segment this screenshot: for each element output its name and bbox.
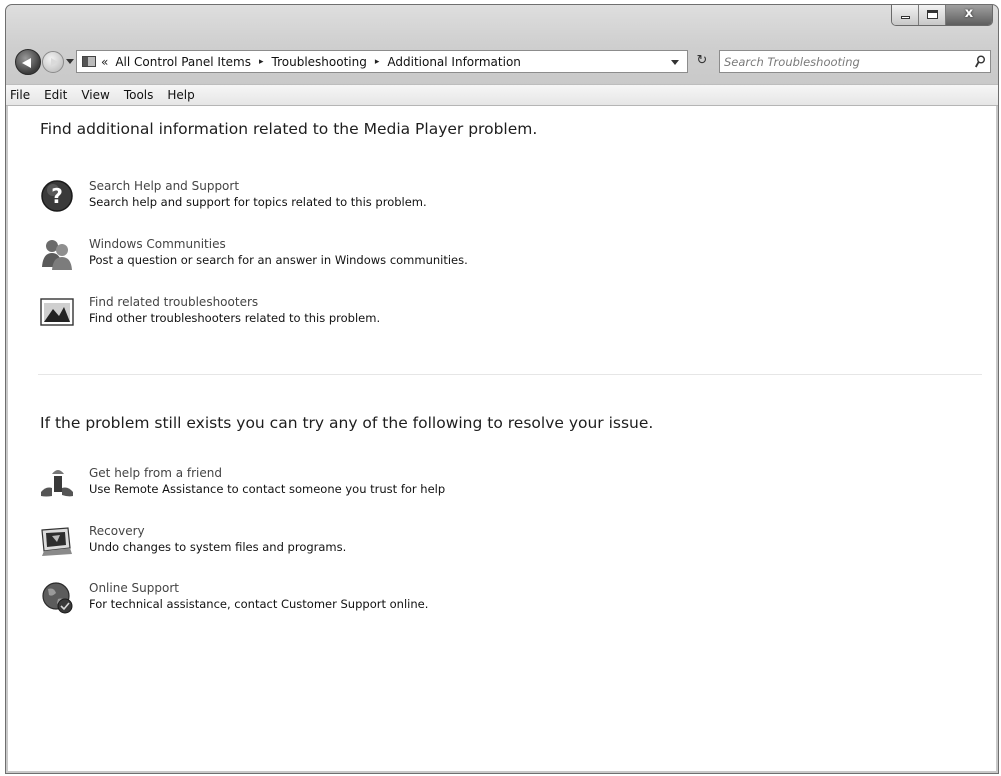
search-icon[interactable] (975, 55, 985, 69)
troubleshooter-icon (40, 298, 74, 326)
task-title[interactable]: Search Help and Support (89, 179, 239, 193)
minimize-icon (901, 16, 910, 19)
task-title[interactable]: Online Support (89, 581, 179, 595)
task-recovery[interactable]: Recovery Undo changes to system files an… (40, 524, 740, 564)
close-icon: x (964, 6, 974, 21)
minimize-button[interactable] (892, 5, 919, 25)
task-description: Find other troubleshooters related to th… (89, 311, 381, 325)
control-panel-icon (82, 56, 96, 67)
breadcrumb-troubleshooting[interactable]: Troubleshooting (272, 55, 367, 69)
back-button[interactable] (15, 49, 41, 75)
address-bar[interactable]: « All Control Panel Items ▸ Troubleshoot… (76, 50, 688, 73)
recent-pages-dropdown-icon[interactable] (66, 59, 74, 64)
navigation-bar: « All Control Panel Items ▸ Troubleshoot… (6, 49, 998, 77)
task-title[interactable]: Windows Communities (89, 237, 226, 251)
forward-button[interactable] (42, 51, 64, 73)
task-description: Undo changes to system files and program… (89, 540, 347, 554)
task-online-support[interactable]: Online Support For technical assistance,… (40, 581, 740, 621)
breadcrumb-all-control-panel-items[interactable]: All Control Panel Items (115, 55, 251, 69)
breadcrumb-separator-icon[interactable]: ▸ (375, 57, 380, 67)
task-title[interactable]: Recovery (89, 524, 145, 538)
breadcrumb-additional-information[interactable]: Additional Information (387, 55, 521, 69)
search-box[interactable] (719, 50, 991, 73)
breadcrumb-separator-icon[interactable]: ▸ (259, 57, 264, 67)
task-title[interactable]: Get help from a friend (89, 466, 222, 480)
task-windows-communities[interactable]: Windows Communities Post a question or s… (40, 237, 740, 277)
refresh-button[interactable]: ↻ (690, 50, 714, 73)
online-support-globe-icon (42, 582, 73, 614)
troubleshooting-window: x « All Control Panel Items ▸ Troublesho… (5, 4, 999, 774)
section1-heading: Find additional information related to t… (40, 120, 538, 138)
content-area: Find additional information related to t… (8, 106, 996, 771)
task-description: Use Remote Assistance to contact someone… (89, 482, 446, 496)
task-description: Search help and support for topics relat… (89, 195, 427, 209)
task-get-help-from-a-friend[interactable]: Get help from a friend Use Remote Assist… (40, 466, 740, 506)
section-divider (38, 374, 982, 375)
community-users-icon (42, 240, 72, 270)
remote-assistance-icon (41, 470, 73, 497)
maximize-button[interactable] (919, 5, 946, 25)
search-input[interactable] (724, 53, 960, 70)
menu-edit[interactable]: Edit (37, 88, 74, 102)
menu-file[interactable]: File (6, 88, 37, 102)
address-dropdown-icon[interactable] (671, 60, 679, 65)
recovery-icon (41, 527, 72, 556)
task-find-related-troubleshooters[interactable]: Find related troubleshooters Find other … (40, 295, 740, 335)
section2-heading: If the problem still exists you can try … (40, 414, 654, 432)
maximize-icon (927, 10, 938, 19)
caption-buttons: x (891, 5, 993, 26)
task-description: For technical assistance, contact Custom… (89, 597, 429, 611)
help-question-icon: ? (41, 180, 73, 212)
task-search-help-and-support[interactable]: ? Search Help and Support Search help an… (40, 179, 740, 219)
menu-view[interactable]: View (74, 88, 116, 102)
menu-help[interactable]: Help (160, 88, 201, 102)
task-title[interactable]: Find related troubleshooters (89, 295, 258, 309)
task-description: Post a question or search for an answer … (89, 253, 468, 267)
breadcrumb-overflow-chevron[interactable]: « (101, 55, 108, 69)
close-button[interactable]: x (946, 5, 992, 25)
svg-text:?: ? (51, 184, 63, 208)
menu-bar: File Edit View Tools Help (6, 84, 998, 106)
menu-tools[interactable]: Tools (117, 88, 161, 102)
